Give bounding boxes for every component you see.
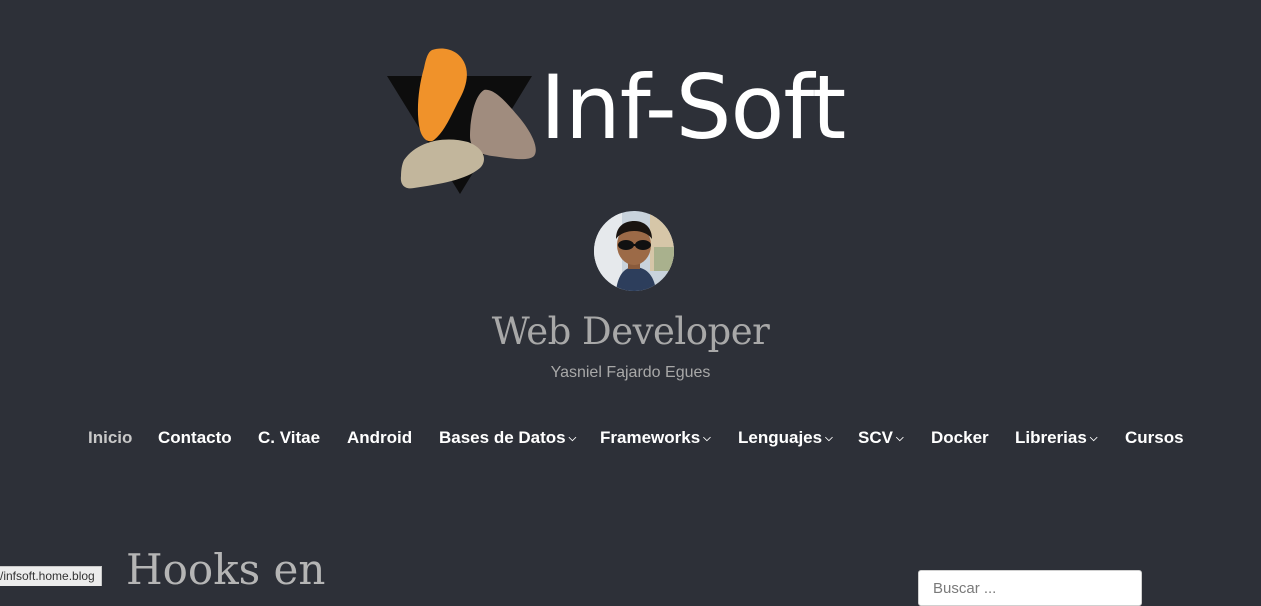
- profile-photo: [594, 211, 674, 291]
- nav-item-librerias[interactable]: Librerias ⌵: [1015, 426, 1097, 451]
- nav-item-label: Frameworks: [600, 428, 701, 447]
- chevron-down-icon: ⌵: [703, 433, 711, 444]
- chevron-down-icon: ⌵: [825, 433, 833, 444]
- chevron-down-icon: ⌵: [1089, 433, 1098, 444]
- nav-item-label: C. Vitae: [258, 428, 321, 447]
- nav-item-label: SCV: [858, 428, 893, 447]
- site-subtitle: Yasniel Fajardo Egues: [550, 364, 711, 381]
- search-input[interactable]: [918, 570, 1142, 606]
- status-bar-url: /infsoft.home.blog: [0, 566, 102, 586]
- nav-item-frameworks[interactable]: Frameworks ⌵: [600, 426, 711, 451]
- nav-item-label: Docker: [931, 428, 989, 447]
- nav-item-contacto[interactable]: Contacto: [158, 426, 232, 450]
- nav-item-label: Inicio: [88, 428, 133, 447]
- site-logo[interactable]: Inf-Soft: [384, 44, 884, 204]
- avatar: [594, 211, 674, 291]
- nav-item-label: Android: [347, 428, 413, 447]
- logo-star-icon: [387, 48, 536, 194]
- nav-item-label: Contacto: [158, 428, 232, 447]
- main-nav: Inicio Contacto C. Vitae Android Bases d…: [0, 426, 1261, 450]
- site-title: Web Developer: [491, 310, 770, 353]
- nav-item-docker[interactable]: Docker: [931, 426, 989, 450]
- nav-item-lenguajes[interactable]: Lenguajes ⌵: [738, 426, 833, 451]
- brand-name: Inf-Soft: [540, 56, 846, 159]
- nav-item-inicio[interactable]: Inicio: [88, 426, 132, 450]
- nav-item-label: Cursos: [1125, 428, 1184, 447]
- nav-item-android[interactable]: Android: [347, 426, 412, 450]
- nav-item-label: Bases de Datos: [439, 428, 566, 447]
- chevron-down-icon: ⌵: [895, 433, 904, 444]
- nav-item-label: Lenguajes: [738, 428, 823, 447]
- nav-item-bases-de-datos[interactable]: Bases de Datos ⌵: [439, 426, 576, 451]
- post-title[interactable]: Hooks en: [126, 540, 325, 600]
- nav-item-cursos[interactable]: Cursos: [1125, 426, 1184, 450]
- chevron-down-icon: ⌵: [568, 433, 577, 444]
- nav-item-label: Librerias: [1015, 428, 1087, 447]
- nav-item-scv[interactable]: SCV ⌵: [858, 426, 904, 451]
- nav-item-cvitae[interactable]: C. Vitae: [258, 426, 320, 450]
